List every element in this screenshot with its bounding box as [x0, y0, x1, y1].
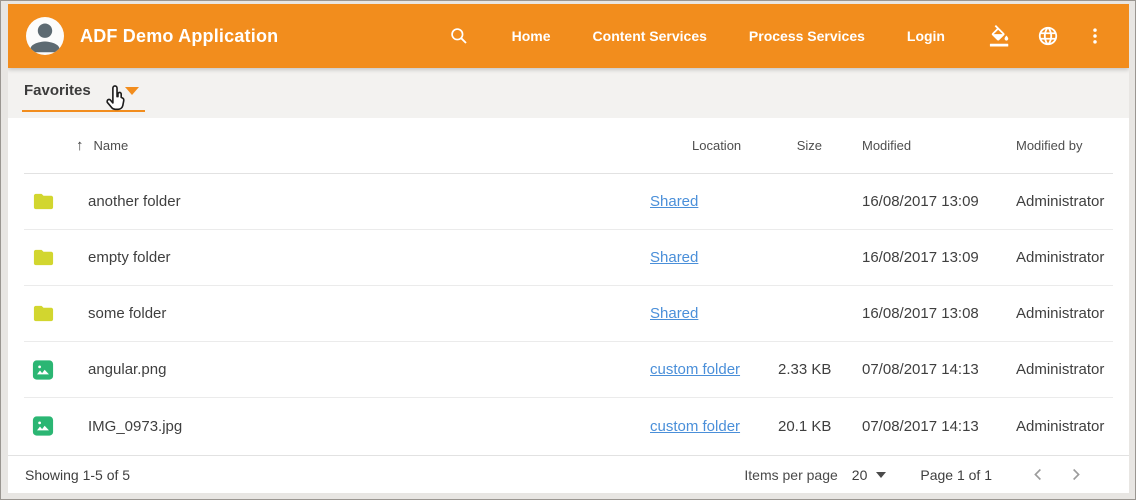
- page-label: Page 1 of 1: [920, 467, 992, 483]
- adf-app-window: ADF Demo Application Home Content Servic…: [8, 4, 1129, 493]
- modified-by: Administrator: [1008, 305, 1113, 322]
- paginator: Showing 1-5 of 5 Items per page 20 Page …: [8, 455, 1129, 493]
- table-row[interactable]: another folder Shared 16/08/2017 13:09 A…: [24, 174, 1113, 230]
- location-link[interactable]: custom folder: [650, 361, 740, 378]
- nav-home[interactable]: Home: [491, 28, 572, 44]
- folder-icon: [32, 190, 55, 213]
- color-fill-icon: [989, 25, 1011, 47]
- range-label: Showing 1-5 of 5: [25, 467, 130, 483]
- items-per-page-select[interactable]: 20: [852, 467, 887, 483]
- modified-by: Administrator: [1008, 193, 1113, 210]
- modified-date: 16/08/2017 13:08: [832, 305, 1008, 322]
- nav-content-services[interactable]: Content Services: [572, 28, 728, 44]
- next-page-button[interactable]: [1057, 467, 1083, 482]
- folder-icon: [32, 302, 55, 325]
- nav-process-services[interactable]: Process Services: [728, 28, 886, 44]
- file-name: some folder: [76, 305, 650, 322]
- chevron-right-icon: [1068, 467, 1083, 482]
- caret-down-icon: [876, 472, 886, 478]
- modified-by: Administrator: [1008, 249, 1113, 266]
- items-per-page-value: 20: [852, 467, 868, 483]
- file-name: another folder: [76, 193, 650, 210]
- search-button[interactable]: [449, 26, 469, 46]
- modified-date: 16/08/2017 13:09: [832, 249, 1008, 266]
- modified-by: Administrator: [1008, 361, 1113, 378]
- location-link[interactable]: custom folder: [650, 418, 740, 435]
- table-row[interactable]: some folder Shared 16/08/2017 13:08 Admi…: [24, 286, 1113, 342]
- view-switcher: Favorites: [8, 68, 1129, 118]
- screenshot-frame: ADF Demo Application Home Content Servic…: [0, 0, 1136, 500]
- app-header: ADF Demo Application Home Content Servic…: [8, 4, 1129, 68]
- file-size: 2.33 KB: [778, 361, 832, 378]
- file-name: empty folder: [76, 249, 650, 266]
- column-header-size[interactable]: Size: [778, 138, 832, 153]
- modified-date: 16/08/2017 13:09: [832, 193, 1008, 210]
- sort-ascending-icon: ↑: [76, 137, 84, 154]
- person-icon: [27, 19, 63, 55]
- table-row[interactable]: angular.png custom folder 2.33 KB 07/08/…: [24, 342, 1113, 398]
- search-icon: [449, 26, 469, 46]
- file-name: IMG_0973.jpg: [76, 418, 650, 435]
- nav-login[interactable]: Login: [886, 28, 966, 44]
- column-header-modified[interactable]: Modified: [832, 138, 1008, 153]
- hand-cursor-icon: [102, 84, 130, 114]
- language-button[interactable]: [1024, 25, 1072, 47]
- previous-page-button[interactable]: [1020, 467, 1057, 482]
- column-header-name[interactable]: ↑ Name: [76, 137, 650, 154]
- column-header-location[interactable]: Location: [650, 138, 778, 153]
- user-avatar[interactable]: [26, 17, 64, 55]
- location-link[interactable]: Shared: [650, 305, 698, 322]
- document-list: ↑ Name Location Size Modified Modified b…: [8, 118, 1129, 455]
- tab-favorites-label: Favorites: [24, 82, 91, 99]
- column-header-modified-by[interactable]: Modified by: [1008, 138, 1113, 153]
- file-name: angular.png: [76, 361, 650, 378]
- main-nav: Home Content Services Process Services L…: [491, 28, 966, 44]
- table-header-row: ↑ Name Location Size Modified Modified b…: [24, 118, 1113, 174]
- modified-by: Administrator: [1008, 418, 1113, 435]
- file-size: 20.1 KB: [778, 418, 832, 435]
- image-file-icon: [32, 359, 54, 381]
- app-title: ADF Demo Application: [80, 26, 278, 47]
- items-per-page-label: Items per page: [744, 467, 837, 483]
- location-link[interactable]: Shared: [650, 249, 698, 266]
- header-actions: Home Content Services Process Services L…: [449, 25, 1107, 47]
- chevron-left-icon: [1031, 467, 1046, 482]
- more-menu-button[interactable]: [1072, 25, 1107, 47]
- table-row[interactable]: empty folder Shared 16/08/2017 13:09 Adm…: [24, 230, 1113, 286]
- location-link[interactable]: Shared: [650, 193, 698, 210]
- column-header-name-label: Name: [94, 138, 129, 153]
- theme-color-fill-button[interactable]: [976, 25, 1024, 47]
- folder-icon: [32, 246, 55, 269]
- modified-date: 07/08/2017 14:13: [832, 418, 1008, 435]
- modified-date: 07/08/2017 14:13: [832, 361, 1008, 378]
- image-file-icon: [32, 415, 54, 437]
- paginator-controls: Items per page 20 Page 1 of 1: [744, 467, 1083, 483]
- globe-icon: [1037, 25, 1059, 47]
- table-row[interactable]: IMG_0973.jpg custom folder 20.1 KB 07/08…: [24, 398, 1113, 454]
- more-vert-icon: [1085, 25, 1105, 47]
